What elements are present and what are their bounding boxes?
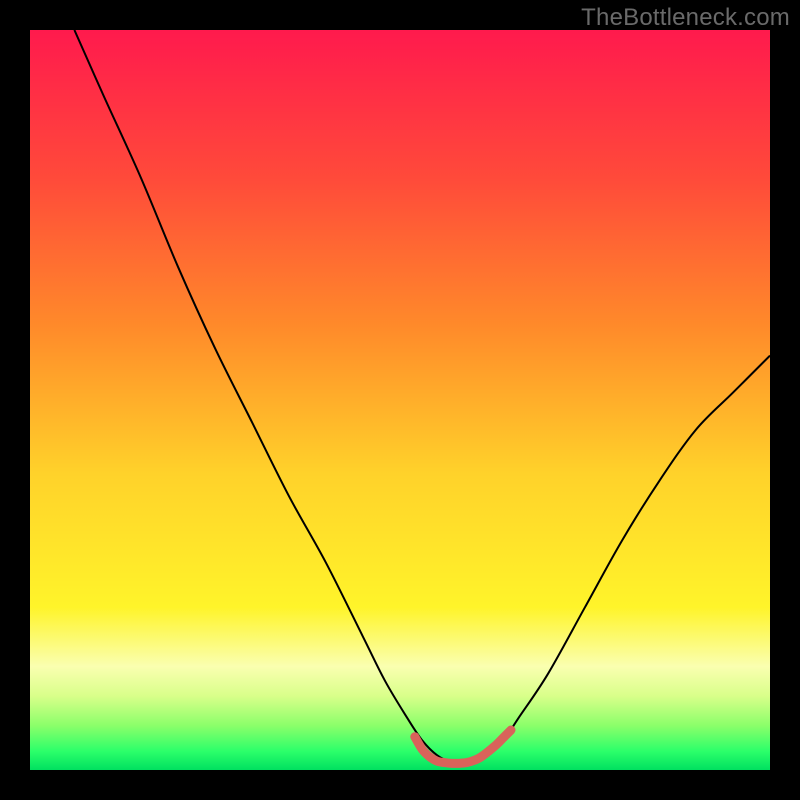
plot-area	[30, 30, 770, 770]
chart-svg	[30, 30, 770, 770]
gradient-background	[30, 30, 770, 770]
chart-frame: TheBottleneck.com	[0, 0, 800, 800]
watermark-label: TheBottleneck.com	[581, 4, 790, 32]
